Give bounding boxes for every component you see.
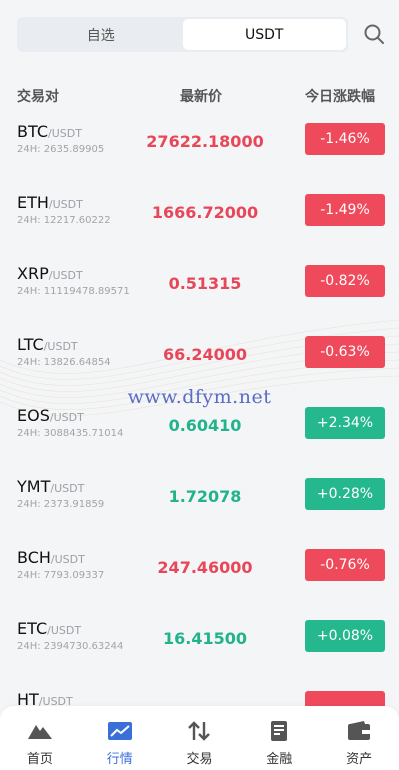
tab-usdt[interactable]: USDT — [182, 19, 346, 50]
bottom-navigation: 首页 行情 交易 金融 资产 — [0, 706, 399, 770]
last-price: 66.24000 — [162, 345, 247, 364]
pair-name: LTC/USDT — [17, 335, 78, 354]
pair-base: LTC — [17, 335, 44, 354]
last-price: 247.46000 — [157, 558, 253, 577]
pair-name: ETH/USDT — [17, 193, 83, 212]
pair-name: ETC/USDT — [17, 619, 81, 638]
pair-base: XRP — [17, 264, 49, 283]
pair-quote: /USDT — [49, 411, 84, 424]
pair-quote: /USDT — [48, 269, 83, 282]
pair-name: BCH/USDT — [17, 548, 85, 567]
nav-trade-label: 交易 — [186, 752, 213, 767]
nav-market-label: 行情 — [106, 752, 133, 767]
change-badge[interactable]: -0.63% — [305, 336, 385, 368]
market-tab-switcher: 自选 USDT — [17, 17, 348, 52]
pair-base: YMT — [17, 477, 51, 496]
nav-finance-label: 金融 — [266, 752, 293, 767]
pair-quote: /USDT — [50, 482, 85, 495]
market-row[interactable]: BCH/USDT 24H: 7793.09337 247.46000 -0.76% — [0, 530, 399, 601]
home-mountain-icon — [27, 725, 52, 739]
nav-assets[interactable]: 资产 — [319, 706, 399, 770]
last-price: 16.41500 — [162, 629, 247, 648]
trade-arrows-icon — [188, 721, 211, 741]
pair-base: EOS — [17, 406, 50, 425]
column-header-price: 最新价 — [180, 89, 222, 105]
market-list: BTC/USDT 24H: 2635.89905 27622.18000 -1.46%… — [0, 104, 399, 743]
market-chart-icon — [107, 722, 132, 740]
finance-doc-icon — [271, 721, 288, 741]
nav-assets-label: 资产 — [346, 752, 373, 767]
tab-favorites[interactable]: 自选 — [19, 19, 183, 50]
last-price: 27622.18000 — [146, 132, 264, 151]
change-badge[interactable]: -0.82% — [305, 265, 385, 297]
change-badge[interactable]: +0.28% — [305, 478, 385, 510]
last-price: 1.72078 — [168, 487, 242, 506]
market-row[interactable]: BTC/USDT 24H: 2635.89905 27622.18000 -1.46% — [0, 104, 399, 175]
change-badge[interactable]: +2.34% — [305, 407, 385, 439]
pair-volume: 24H: 12217.60222 — [17, 215, 111, 226]
pair-quote: /USDT — [47, 624, 82, 637]
nav-home-label: 首页 — [26, 752, 53, 767]
wallet-icon — [348, 721, 371, 740]
pair-volume: 24H: 2373.91859 — [17, 499, 105, 510]
pair-base: BCH — [17, 548, 51, 567]
pair-name: XRP/USDT — [17, 264, 83, 283]
pair-volume: 24H: 2635.89905 — [17, 144, 105, 155]
pair-volume: 24H: 11119478.89571 — [17, 286, 130, 297]
pair-name: BTC/USDT — [17, 122, 82, 141]
nav-home[interactable]: 首页 — [0, 706, 80, 770]
pair-quote: /USDT — [47, 127, 82, 140]
change-badge[interactable]: -1.49% — [305, 194, 385, 226]
last-price: 0.60410 — [168, 416, 242, 435]
column-header-pair: 交易对 — [17, 89, 59, 105]
pair-base: ETC — [17, 619, 48, 638]
watermark-text: www.dfym.net — [127, 386, 272, 408]
market-row[interactable]: LTC/USDT 24H: 13826.64854 66.24000 -0.63% — [0, 317, 399, 388]
last-price: 0.51315 — [168, 274, 242, 293]
pair-quote: /USDT — [48, 198, 83, 211]
pair-quote: /USDT — [43, 340, 78, 353]
search-button[interactable] — [362, 22, 386, 46]
last-price: 1666.72000 — [151, 203, 259, 222]
change-badge[interactable]: -1.46% — [305, 123, 385, 155]
change-badge[interactable]: +0.08% — [305, 620, 385, 652]
nav-finance[interactable]: 金融 — [239, 706, 319, 770]
change-badge[interactable]: -0.76% — [305, 549, 385, 581]
pair-volume: 24H: 2394730.63244 — [17, 641, 124, 652]
pair-base: BTC — [17, 122, 48, 141]
pair-name: YMT/USDT — [17, 477, 84, 496]
pair-volume: 24H: 7793.09337 — [17, 570, 105, 581]
market-row[interactable]: ETH/USDT 24H: 12217.60222 1666.72000 -1.49% — [0, 175, 399, 246]
pair-volume: 24H: 13826.64854 — [17, 357, 111, 368]
market-row[interactable]: YMT/USDT 24H: 2373.91859 1.72078 +0.28% — [0, 459, 399, 530]
search-icon — [364, 24, 384, 44]
pair-quote: /USDT — [50, 553, 85, 566]
pair-volume: 24H: 3088435.71014 — [17, 428, 124, 439]
market-row[interactable]: XRP/USDT 24H: 11119478.89571 0.51315 -0.82% — [0, 246, 399, 317]
nav-trade[interactable]: 交易 — [160, 706, 240, 770]
pair-name: EOS/USDT — [17, 406, 84, 425]
market-row[interactable]: ETC/USDT 24H: 2394730.63244 16.41500 +0.08% — [0, 601, 399, 672]
column-header-change: 今日涨跌幅 — [305, 89, 375, 105]
pair-base: ETH — [17, 193, 49, 212]
nav-market[interactable]: 行情 — [80, 706, 160, 770]
